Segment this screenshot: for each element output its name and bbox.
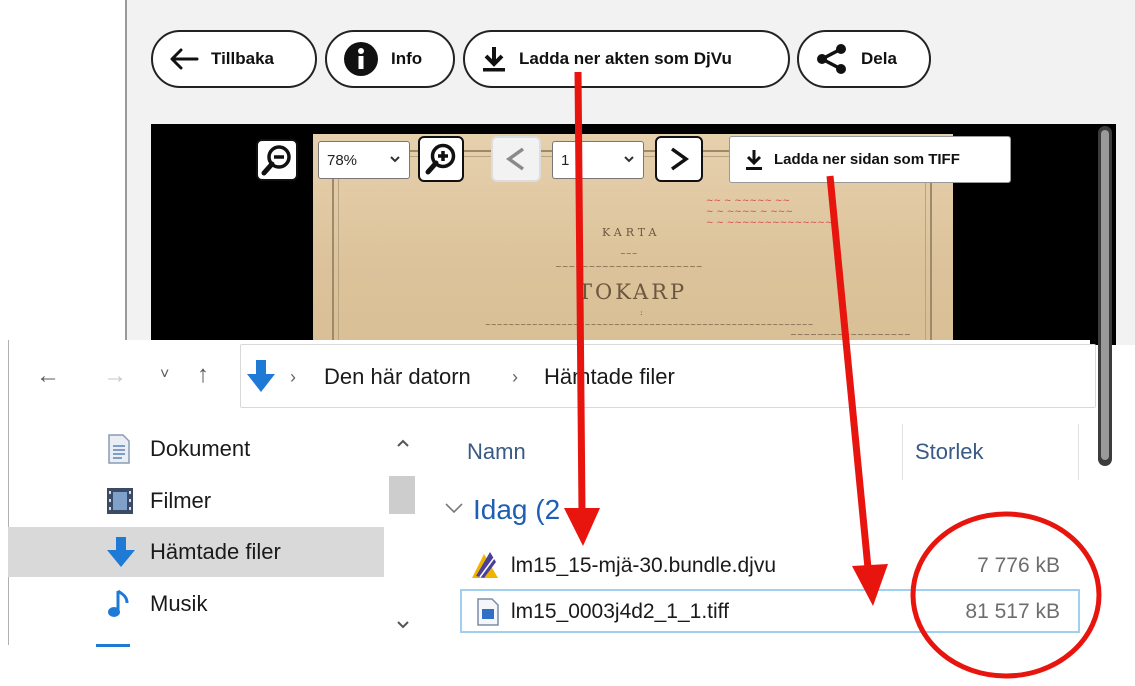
film-icon — [107, 488, 133, 514]
download-tiff-button[interactable]: Ladda ner sidan som TIFF — [729, 136, 1011, 183]
zoom-in-icon — [425, 143, 456, 175]
sidebar-next-item-edge — [96, 644, 130, 647]
back-arrow-icon[interactable]: ← — [36, 362, 60, 390]
map-red-notes: ~~ ~ ~~~~~ ~~ ~ ~ ~~~~ ~ ~~~ ~ ~ ~~~~~~~~~… — [706, 196, 833, 228]
chevron-down-icon — [624, 156, 634, 163]
sidebar-scrollbar[interactable] — [386, 426, 418, 646]
download-djvu-button[interactable]: Ladda ner akten som DjVu — [463, 30, 790, 88]
forward-arrow-icon[interactable]: → — [103, 362, 127, 390]
zoom-select[interactable]: 78% — [318, 141, 410, 179]
group-header-today[interactable]: Idag (2 — [473, 494, 560, 526]
file-size: 81 517 kB — [965, 600, 1060, 623]
map-script-line: ~~~~~~~~~~~~~~~~~~~~~~~~~~~~~~~~~~~~~~~~… — [485, 321, 814, 329]
column-header-size[interactable]: Storlek — [915, 439, 983, 465]
sidebar-item-label: Filmer — [150, 488, 212, 513]
sidebar-item-music[interactable]: Musik — [8, 579, 384, 629]
zoom-in-button[interactable] — [418, 136, 464, 182]
djvu-file-icon — [472, 552, 498, 578]
page-select[interactable]: 1 — [552, 141, 644, 179]
map-title: KARTA — [602, 226, 661, 239]
zoom-level: 78% — [327, 151, 358, 169]
back-label: Tillbaka — [211, 49, 274, 68]
viewer-scrollbar-thumb[interactable] — [1101, 130, 1109, 460]
download-icon — [483, 47, 505, 72]
sidebar-scrollbar-thumb[interactable] — [389, 476, 415, 514]
sidebar-item-label: Dokument — [150, 436, 251, 461]
column-divider[interactable] — [902, 424, 903, 480]
breadcrumb-separator: › — [290, 367, 296, 387]
map-script-line: ~~~ — [620, 250, 638, 258]
map-script-line: : — [640, 308, 643, 317]
arrow-left-icon — [170, 48, 199, 70]
file-size: 7 776 kB — [977, 554, 1060, 577]
zoom-out-icon — [261, 145, 291, 176]
map-place-name: TOKARP — [578, 280, 688, 304]
chevron-up-icon[interactable] — [396, 438, 410, 448]
file-row[interactable]: lm15_15-mjä-30.bundle.djvu 7 776 kB — [460, 546, 1080, 586]
file-name: lm15_0003j4d2_1_1.tiff — [511, 600, 729, 623]
up-arrow-icon[interactable]: ↑ — [197, 361, 209, 389]
download-arrow-icon — [247, 360, 275, 392]
tiff-file-icon — [477, 598, 499, 626]
recent-locations-icon[interactable]: ˅ — [160, 366, 169, 384]
info-label: Info — [391, 49, 423, 68]
map-script-line: ~~~~~~~~~~~~~~~~~~~~~~ — [555, 262, 703, 271]
column-divider[interactable] — [1078, 424, 1079, 480]
music-note-icon — [108, 589, 129, 617]
chevron-down-icon — [390, 156, 400, 163]
file-name: lm15_15-mjä-30.bundle.djvu — [511, 554, 776, 577]
chevron-left-icon — [505, 147, 525, 171]
chevron-down-icon[interactable] — [396, 620, 410, 630]
zoom-out-button[interactable] — [256, 139, 298, 181]
download-icon — [746, 149, 762, 170]
download-arrow-icon — [107, 537, 135, 567]
breadcrumb-separator: › — [512, 367, 518, 387]
sidebar-item-label: Hämtade filer — [150, 539, 281, 564]
back-button[interactable]: Tillbaka — [151, 30, 317, 88]
previous-page-button[interactable] — [491, 136, 541, 182]
column-header-name[interactable]: Namn — [467, 439, 526, 465]
sidebar-item-videos[interactable]: Filmer — [8, 476, 384, 526]
download-djvu-label: Ladda ner akten som DjVu — [519, 49, 732, 68]
share-button[interactable]: Dela — [797, 30, 931, 88]
chevron-down-icon[interactable] — [444, 500, 464, 516]
file-row[interactable]: lm15_0003j4d2_1_1.tiff 81 517 kB — [460, 589, 1080, 633]
viewer-scrollbar[interactable] — [1098, 126, 1112, 466]
next-page-button[interactable] — [655, 136, 703, 182]
panel-divider — [125, 0, 127, 345]
info-icon — [344, 42, 378, 76]
sidebar-item-documents[interactable]: Dokument — [8, 424, 384, 474]
share-label: Dela — [861, 49, 897, 68]
page-number: 1 — [561, 151, 570, 169]
breadcrumb-downloads[interactable]: Hämtade filer — [544, 364, 675, 390]
share-icon — [817, 44, 846, 74]
map-signature: ~~~~~~~~~~~~~~~~~~ — [790, 330, 911, 339]
document-icon — [108, 434, 130, 464]
chevron-right-icon — [670, 147, 690, 171]
download-tiff-label: Ladda ner sidan som TIFF — [774, 151, 960, 168]
breadcrumb-this-pc[interactable]: Den här datorn — [324, 364, 471, 390]
sidebar-item-label: Musik — [150, 591, 208, 616]
sidebar-item-downloads[interactable]: Hämtade filer — [8, 527, 384, 577]
info-button[interactable]: Info — [325, 30, 455, 88]
